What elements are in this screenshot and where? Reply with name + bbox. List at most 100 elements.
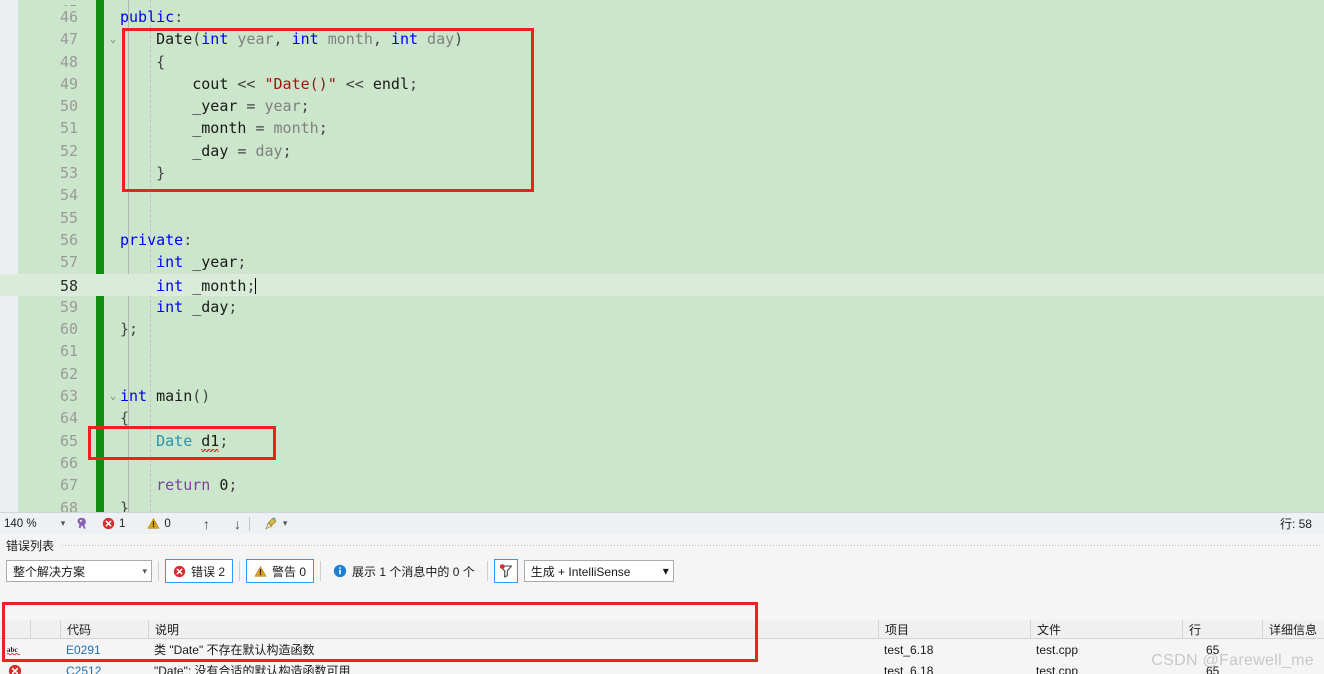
build-filter-dropdown[interactable]: 生成 + IntelliSense ▾ <box>523 560 674 582</box>
zoom-dropdown-caret[interactable]: ▾ <box>56 518 70 529</box>
column-header-details[interactable]: 详细信息 <box>1262 620 1324 638</box>
code-text: cout << "Date()" << endl; <box>120 74 419 93</box>
code-text: int _year; <box>120 253 247 272</box>
quick-actions-caret[interactable]: ▾ <box>283 518 288 529</box>
code-line-52[interactable]: 52 _day = day; <box>0 140 1324 162</box>
line-number: 64 <box>59 409 78 428</box>
zoom-level-label: 140 % <box>4 517 37 530</box>
arrow-down-icon: ↓ <box>233 515 241 532</box>
code-line-60[interactable]: 60}; <box>0 318 1324 340</box>
error-list-toolbar[interactable]: 整个解决方案 ▾ 错误 2 警告 0 展示 1 个消息中的 0 个 生成 + I… <box>0 556 1324 586</box>
code-line-64[interactable]: 64 { <box>0 407 1324 429</box>
status-warning-count[interactable]: 0 <box>147 517 171 530</box>
filter-button[interactable] <box>493 559 518 583</box>
title-dotted-separator <box>62 544 1320 546</box>
warnings-filter-label: 警告 0 <box>272 564 307 579</box>
code-text: Date(int year, int month, int day) <box>120 30 464 49</box>
code-line-63[interactable]: 63 ⌄ int main() <box>0 385 1324 407</box>
column-header-line[interactable]: 行 <box>1182 620 1262 638</box>
line-number: 62 <box>59 364 78 383</box>
chevron-down-icon: ▾ <box>142 565 147 576</box>
code-line-58[interactable]: 58 int _month; <box>0 273 1324 296</box>
code-text: } <box>120 498 130 512</box>
intellisense-scope-icon[interactable] <box>70 516 96 531</box>
errors-filter-toggle[interactable]: 错误 2 <box>165 559 234 583</box>
code-text: int _month; <box>120 276 257 295</box>
warnings-filter-toggle[interactable]: 警告 0 <box>246 559 315 583</box>
code-line-59[interactable]: 59 int _day; <box>0 296 1324 318</box>
column-header-project[interactable]: 项目 <box>878 620 1030 638</box>
code-line-49[interactable]: 49 cout << "Date()" << endl; <box>0 73 1324 95</box>
status-warning-count-label: 0 <box>164 517 171 530</box>
line-number: 65 <box>59 431 78 450</box>
column-header-marker[interactable] <box>30 620 60 638</box>
fold-toggle-icon[interactable]: ⌄ <box>106 28 120 50</box>
error-list-body[interactable]: abc E0291 类 "Date" 不存在默认构造函数 test_6.18 test.… <box>0 639 1324 674</box>
line-number: 66 <box>59 453 78 472</box>
line-number: 47 <box>59 30 78 49</box>
abc-squiggle-icon: abc <box>0 643 30 657</box>
code-line-65[interactable]: 65 Date d1; <box>0 430 1324 454</box>
table-row[interactable]: C2512 "Date": 没有合适的默认构造函数可用 test_6.18 test.… <box>0 660 1324 674</box>
messages-filter-label: 展示 1 个消息中的 0 个 <box>352 564 475 579</box>
cell-description: "Date": 没有合适的默认构造函数可用 <box>154 664 351 674</box>
scope-filter-dropdown[interactable]: 整个解决方案 ▾ <box>6 560 152 582</box>
build-filter-value: 生成 + IntelliSense <box>530 564 631 579</box>
error-list-panel[interactable]: 错误列表 整个解决方案 ▾ 错误 2 警告 0 展示 1 个消息中的 0 个 生… <box>0 534 1324 674</box>
code-line-55[interactable]: 55 <box>0 207 1324 229</box>
code-line-56[interactable]: 56 private: <box>0 229 1324 251</box>
code-line-50[interactable]: 50 _year = year; <box>0 95 1324 117</box>
prev-error-button[interactable]: ↑ <box>203 516 210 532</box>
code-line-57[interactable]: 57 int _year; <box>0 251 1324 273</box>
toolbar-separator-4 <box>486 561 488 581</box>
column-header-code[interactable]: 代码 <box>60 620 148 638</box>
status-error-count[interactable]: 1 <box>102 517 125 530</box>
code-text: Date d1; <box>120 430 228 454</box>
toolbar-separator-1 <box>158 561 159 581</box>
code-text: }; <box>120 320 139 339</box>
error-list-table[interactable]: 代码 说明 项目 文件行详细信息 abc E0291 类 "Date" 不存在默认构造函数… <box>0 620 1324 674</box>
zoom-control[interactable]: 140 % <box>0 518 56 530</box>
code-line-54[interactable]: 54 <box>0 184 1324 206</box>
fold-toggle-icon[interactable]: ⌄ <box>106 385 120 407</box>
line-number: 51 <box>59 119 78 138</box>
warning-icon <box>254 565 267 577</box>
line-number: 63 <box>59 387 78 406</box>
toolbar-separator-2 <box>239 561 241 581</box>
line-number: 57 <box>59 253 78 272</box>
code-line-66[interactable]: 66 <box>0 452 1324 474</box>
code-line-62[interactable]: 62 <box>0 363 1324 385</box>
status-separator <box>248 516 250 531</box>
code-line-67[interactable]: 67 return 0; <box>0 474 1324 496</box>
column-header-icon[interactable] <box>0 620 30 638</box>
line-number: 56 <box>59 230 78 249</box>
code-line-51[interactable]: 51 _month = month; <box>0 117 1324 139</box>
broom-icon <box>265 517 277 530</box>
table-row[interactable]: abc E0291 类 "Date" 不存在默认构造函数 test_6.18 test.… <box>0 639 1324 660</box>
code-line-46[interactable]: 46 public: <box>0 6 1324 28</box>
column-header-description[interactable]: 说明 <box>148 620 878 638</box>
code-line-61[interactable]: 61 <box>0 340 1324 362</box>
error-list-header[interactable]: 代码 说明 项目 文件行详细信息 <box>0 620 1324 639</box>
chevron-down-icon: ▾ <box>662 564 669 578</box>
code-text: { <box>120 52 166 71</box>
line-number: 50 <box>59 97 78 116</box>
code-editor[interactable]: 4546public:47⌄ Date(int year, int month,… <box>0 0 1324 512</box>
quick-actions-button[interactable]: ▾ <box>264 516 288 531</box>
code-text: private: <box>120 230 193 249</box>
code-line-53[interactable]: 53 } <box>0 162 1324 184</box>
cell-project: test_6.18 <box>884 663 934 674</box>
code-line-68[interactable]: 68} <box>0 497 1324 512</box>
next-error-button[interactable]: ↓ <box>234 516 241 532</box>
column-header-file[interactable]: 文件 <box>1030 620 1182 638</box>
status-error-count-label: 1 <box>119 517 126 530</box>
messages-filter-toggle[interactable]: 展示 1 个消息中的 0 个 <box>327 563 481 580</box>
code-lines-container[interactable]: 4546public:47⌄ Date(int year, int month,… <box>0 0 1324 512</box>
code-line-47[interactable]: 47 ⌄ Date(int year, int month, int day) <box>0 28 1324 50</box>
warning-icon <box>147 517 161 529</box>
cell-project: test_6.18 <box>884 642 934 657</box>
code-text: { <box>120 409 130 428</box>
line-number: 48 <box>59 52 78 71</box>
code-line-48[interactable]: 48 { <box>0 51 1324 73</box>
line-number: 61 <box>59 342 78 361</box>
